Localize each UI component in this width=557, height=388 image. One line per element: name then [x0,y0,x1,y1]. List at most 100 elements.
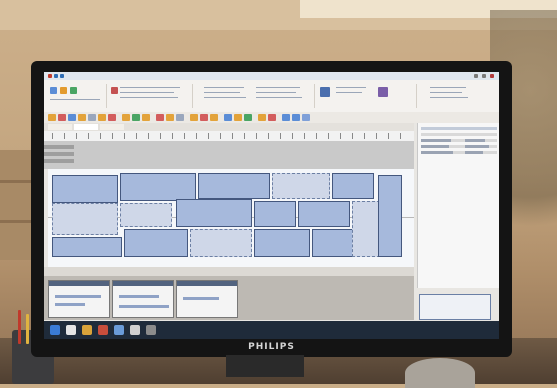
pattern-piece[interactable] [52,237,122,257]
panel-row[interactable] [421,133,497,136]
quick-access-icon[interactable] [60,74,64,78]
ribbon-button[interactable] [50,87,57,94]
toolbar-icon[interactable] [68,114,76,121]
marker-thumbnail[interactable] [112,280,174,318]
pattern-piece[interactable] [378,175,402,257]
thumbnail-header [49,281,109,286]
ribbon-group [46,84,107,108]
pattern-piece[interactable] [254,229,310,257]
pattern-piece[interactable] [254,201,296,227]
pattern-piece[interactable] [120,203,172,227]
panel-row[interactable] [421,145,497,148]
toolbar-icon[interactable] [132,114,140,121]
ribbon-button[interactable] [378,87,388,97]
document-tab[interactable] [74,124,98,130]
toolbar-icon[interactable] [224,114,232,121]
ribbon-item[interactable] [430,87,466,88]
close-icon[interactable] [490,74,494,78]
toolbar-icon[interactable] [234,114,242,121]
ribbon-item[interactable] [256,97,302,98]
taskbar-app-icon[interactable] [98,325,108,335]
ribbon-item[interactable] [430,92,462,93]
monitor-stand-icon [226,355,304,377]
ribbon-group [418,84,478,108]
pattern-piece[interactable] [298,201,350,227]
ruler-tick [172,133,173,139]
ruler-tick [196,133,197,139]
taskbar-app-icon[interactable] [146,325,156,335]
pattern-list-header [44,141,414,169]
toolbar-icon[interactable] [268,114,276,121]
toolbar-icon[interactable] [282,114,290,121]
panel-row[interactable] [421,139,497,142]
marker-minimap[interactable] [419,294,491,320]
toolbar-icon[interactable] [200,114,208,121]
pattern-piece[interactable] [124,229,188,257]
ruler-tick [292,133,293,139]
toolbar-icon[interactable] [156,114,164,121]
ribbon-item[interactable] [204,92,240,93]
ribbon-item[interactable] [204,97,246,98]
ribbon-item[interactable] [336,92,362,93]
taskbar-app-icon[interactable] [114,325,124,335]
toolbar-icon[interactable] [244,114,252,121]
pattern-piece[interactable] [190,229,252,257]
toolbar-icon[interactable] [108,114,116,121]
marker-thumbnail[interactable] [48,280,110,318]
toolbar-icon[interactable] [98,114,106,121]
ribbon-button[interactable] [320,87,330,97]
taskbar-app-icon[interactable] [130,325,140,335]
ribbon-button[interactable] [70,87,77,94]
ribbon-button[interactable] [111,87,118,94]
pattern-piece[interactable] [332,173,374,199]
shelf-edge [0,180,34,183]
pattern-piece[interactable] [52,203,118,235]
pattern-piece[interactable] [52,175,118,203]
marker-canvas[interactable] [48,169,414,267]
document-tab[interactable] [48,124,72,130]
toolbar-icon[interactable] [190,114,198,121]
taskbar-app-icon[interactable] [82,325,92,335]
minimize-icon[interactable] [474,74,478,78]
toolbar-icon[interactable] [142,114,150,121]
pattern-piece[interactable] [176,199,252,227]
toolbar-icon[interactable] [122,114,130,121]
ribbon-button[interactable] [60,87,67,94]
panel-cell [421,145,449,148]
pattern-piece[interactable] [352,201,380,257]
ruler-tick [112,133,113,139]
document-tab[interactable] [100,124,124,130]
toolbar-icon[interactable] [210,114,218,121]
toolbar-icon[interactable] [58,114,66,121]
ribbon-item[interactable] [256,87,300,88]
ribbon-item[interactable] [120,97,178,98]
taskbar-app-icon[interactable] [66,325,76,335]
ribbon-item[interactable] [120,87,180,88]
ribbon-item[interactable] [120,92,174,93]
start-icon[interactable] [50,325,60,335]
toolbar-icon[interactable] [302,114,310,121]
ruler-tick [364,133,365,139]
toolbar-icon[interactable] [176,114,184,121]
quick-access-icon[interactable] [48,74,52,78]
toolbar-icon[interactable] [258,114,266,121]
toolbar-icon[interactable] [78,114,86,121]
maximize-icon[interactable] [482,74,486,78]
marker-thumbnail[interactable] [176,280,238,318]
toolbar-icon[interactable] [48,114,56,121]
panel-cell [465,151,483,154]
ribbon-item[interactable] [204,87,244,88]
thumbnail-mark [183,297,219,300]
toolbar-icon[interactable] [166,114,174,121]
pattern-piece[interactable] [120,173,196,201]
quick-access-icon[interactable] [54,74,58,78]
toolbar-icon[interactable] [292,114,300,121]
ribbon-item[interactable] [256,92,296,93]
panel-row[interactable] [421,151,497,154]
toolbar-icon[interactable] [88,114,96,121]
ribbon-item[interactable] [336,87,366,88]
pattern-piece[interactable] [198,173,270,199]
pattern-piece[interactable] [272,173,330,199]
ribbon-item[interactable] [430,97,468,98]
ribbon-group [194,84,315,108]
